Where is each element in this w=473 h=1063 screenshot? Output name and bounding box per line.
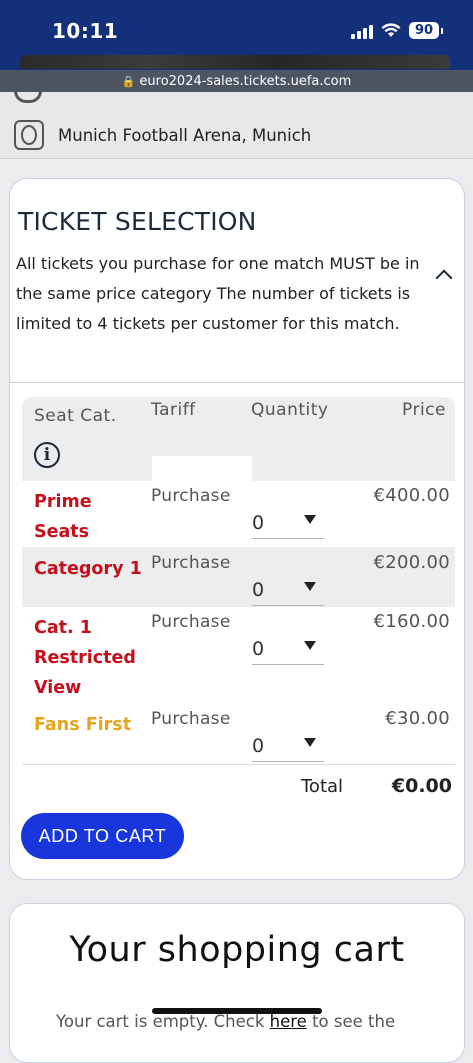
quantity-select[interactable]: 0 <box>252 727 324 762</box>
status-bar: 10:11 90 🔒 euro2024-sales.tickets.uefa.c… <box>0 0 473 92</box>
row-tariff: Purchase <box>151 553 231 573</box>
header-price: Price <box>402 400 446 420</box>
header-tariff: Tariff <box>151 400 196 420</box>
row-price: €200.00 <box>373 552 450 573</box>
row-tariff: Purchase <box>151 486 231 506</box>
battery-icon: 90 <box>409 22 439 39</box>
info-icon[interactable]: i <box>34 442 60 468</box>
venue-name: Munich Football Arena, Munich <box>58 125 312 145</box>
cart-note-suffix: to see the <box>306 1012 396 1031</box>
row-category: Cat. 1 Restricted View <box>34 618 136 698</box>
battery-tip <box>441 27 443 34</box>
quantity-value: 0 <box>252 735 265 757</box>
address-bar[interactable]: 🔒 euro2024-sales.tickets.uefa.com <box>0 70 473 92</box>
status-time: 10:11 <box>52 19 119 43</box>
row-price: €30.00 <box>385 708 450 729</box>
row-price: €160.00 <box>373 611 450 632</box>
row-category: Fans First <box>34 715 132 735</box>
total-divider <box>22 764 455 765</box>
header-gap <box>152 456 252 481</box>
clock-icon <box>14 90 42 103</box>
cart-empty-note: Your cart is empty. Check here to see th… <box>56 1012 395 1031</box>
section-title: TICKET SELECTION <box>18 207 257 236</box>
section-description: All tickets you purchase for one match M… <box>16 254 420 333</box>
page-header-image <box>20 55 450 69</box>
divider <box>10 382 464 383</box>
ticket-selection-card: TICKET SELECTION All tickets you purchas… <box>9 178 465 880</box>
cart-title: Your shopping cart <box>69 930 405 970</box>
dropdown-arrow-icon <box>304 582 316 591</box>
row-category: Prime Seats <box>34 492 92 542</box>
quantity-select[interactable]: 0 <box>252 630 324 665</box>
stadium-icon <box>14 120 44 150</box>
row-price: €400.00 <box>373 485 450 506</box>
home-indicator <box>152 1008 322 1014</box>
header-seat-cat: Seat Cat. <box>34 406 117 426</box>
match-info: Munich Football Arena, Munich <box>0 90 473 159</box>
row-tariff: Purchase <box>151 612 231 632</box>
lock-icon: 🔒 <box>121 74 136 88</box>
total-value: €0.00 <box>391 775 452 797</box>
row-tariff: Purchase <box>151 709 231 729</box>
quantity-value: 0 <box>252 512 265 534</box>
status-icons: 90 <box>351 22 443 39</box>
quantity-value: 0 <box>252 638 265 660</box>
cart-note-prefix: Your cart is empty. Check <box>56 1012 270 1031</box>
quantity-select[interactable]: 0 <box>252 504 324 539</box>
dropdown-arrow-icon <box>304 738 316 747</box>
venue-row: Munich Football Arena, Munich <box>14 120 311 150</box>
add-to-cart-button[interactable]: ADD TO CART <box>21 813 184 859</box>
row-category: Category 1 <box>34 559 142 579</box>
total-label: Total <box>301 776 344 797</box>
quantity-value: 0 <box>252 579 265 601</box>
cart-here-link[interactable]: here <box>270 1012 307 1031</box>
dropdown-arrow-icon <box>304 515 316 524</box>
shopping-cart-card: Your shopping cart Your cart is empty. C… <box>9 903 465 1063</box>
dropdown-arrow-icon <box>304 641 316 650</box>
quantity-select[interactable]: 0 <box>252 571 324 606</box>
chevron-up-icon[interactable] <box>435 269 453 287</box>
url-text: euro2024-sales.tickets.uefa.com <box>139 73 352 89</box>
wifi-icon <box>381 23 401 37</box>
header-quantity: Quantity <box>251 400 329 420</box>
signal-icon <box>351 23 373 39</box>
